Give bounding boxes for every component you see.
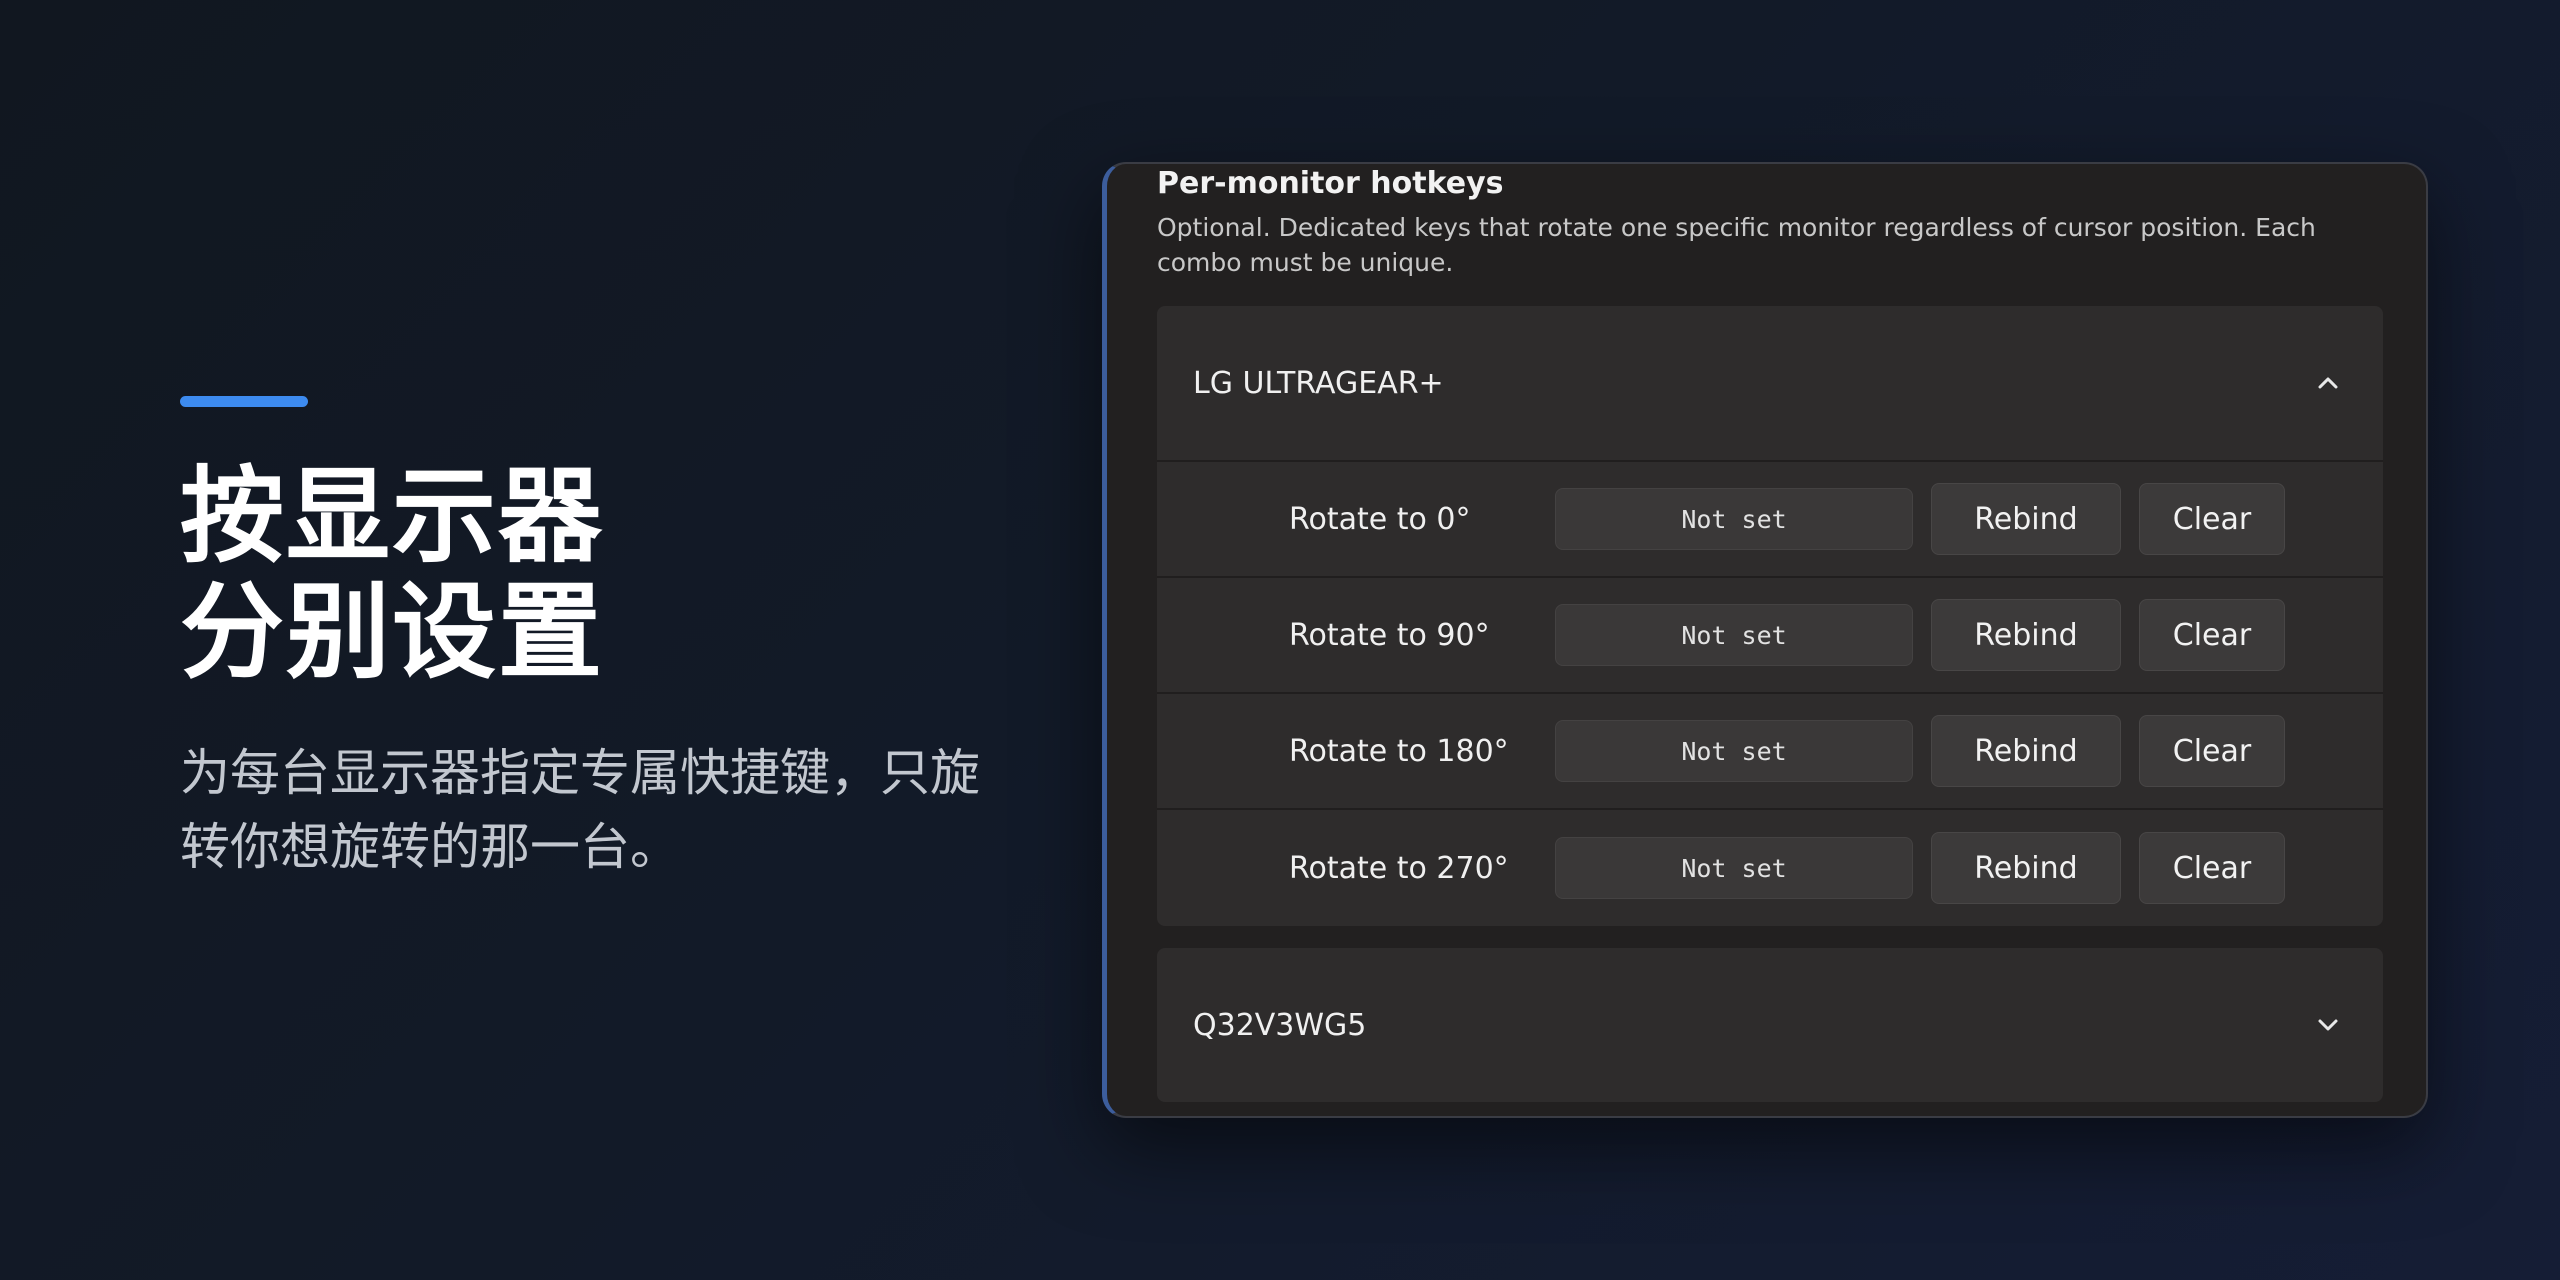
hotkey-row: Rotate to 0° Not set Rebind Clear xyxy=(1157,462,2383,578)
hotkey-row: Rotate to 270° Not set Rebind Clear xyxy=(1157,810,2383,926)
clear-button[interactable]: Clear xyxy=(2139,715,2285,787)
hotkey-row: Rotate to 180° Not set Rebind Clear xyxy=(1157,694,2383,810)
hotkey-rows: Rotate to 0° Not set Rebind Clear Rotate… xyxy=(1157,460,2383,926)
monitor-name: Q32V3WG5 xyxy=(1193,1007,1367,1043)
rotate-label: Rotate to 0° xyxy=(1289,501,1471,537)
section-description: Optional. Dedicated keys that rotate one… xyxy=(1157,213,2316,277)
monitor-name: LG ULTRAGEAR+ xyxy=(1193,365,1444,401)
clear-button[interactable]: Clear xyxy=(2139,832,2285,904)
headline-line-1: 按显示器 xyxy=(180,455,605,577)
monitor-card-lg-ultragear: LG ULTRAGEAR+ Rotate to 0° Not set Rebin… xyxy=(1157,306,2383,926)
hotkey-field[interactable]: Not set xyxy=(1555,720,1913,782)
section-title: Per-monitor hotkeys xyxy=(1157,166,1504,201)
hotkey-field[interactable]: Not set xyxy=(1555,604,1913,666)
headline-line-2: 分别设置 xyxy=(180,571,605,693)
settings-window: Per-monitor hotkeys Optional. Dedicated … xyxy=(1102,162,2428,1118)
accent-bar xyxy=(180,396,308,407)
rotate-label: Rotate to 270° xyxy=(1289,850,1509,886)
clear-button[interactable]: Clear xyxy=(2139,599,2285,671)
rebind-button[interactable]: Rebind xyxy=(1931,832,2121,904)
chevron-up-icon[interactable] xyxy=(2313,368,2343,398)
rebind-button[interactable]: Rebind xyxy=(1931,483,2121,555)
rotate-label: Rotate to 90° xyxy=(1289,617,1490,653)
chevron-down-icon[interactable] xyxy=(2313,1010,2343,1040)
promo-subtext: 为每台显示器指定专属快捷键，只旋转你想旋转的那一台。 xyxy=(180,744,980,876)
hotkey-row: Rotate to 90° Not set Rebind Clear xyxy=(1157,578,2383,694)
hotkey-field[interactable]: Not set xyxy=(1555,488,1913,550)
headline: 按显示器 分别设置 xyxy=(180,458,604,690)
clear-button[interactable]: Clear xyxy=(2139,483,2285,555)
monitor-card-header[interactable]: LG ULTRAGEAR+ xyxy=(1157,306,2383,460)
monitor-card-header[interactable]: Q32V3WG5 xyxy=(1157,948,2383,1102)
rotate-label: Rotate to 180° xyxy=(1289,733,1509,769)
rebind-button[interactable]: Rebind xyxy=(1931,599,2121,671)
hotkey-field[interactable]: Not set xyxy=(1555,837,1913,899)
rebind-button[interactable]: Rebind xyxy=(1931,715,2121,787)
monitor-card-q32v3wg5: Q32V3WG5 xyxy=(1157,948,2383,1102)
